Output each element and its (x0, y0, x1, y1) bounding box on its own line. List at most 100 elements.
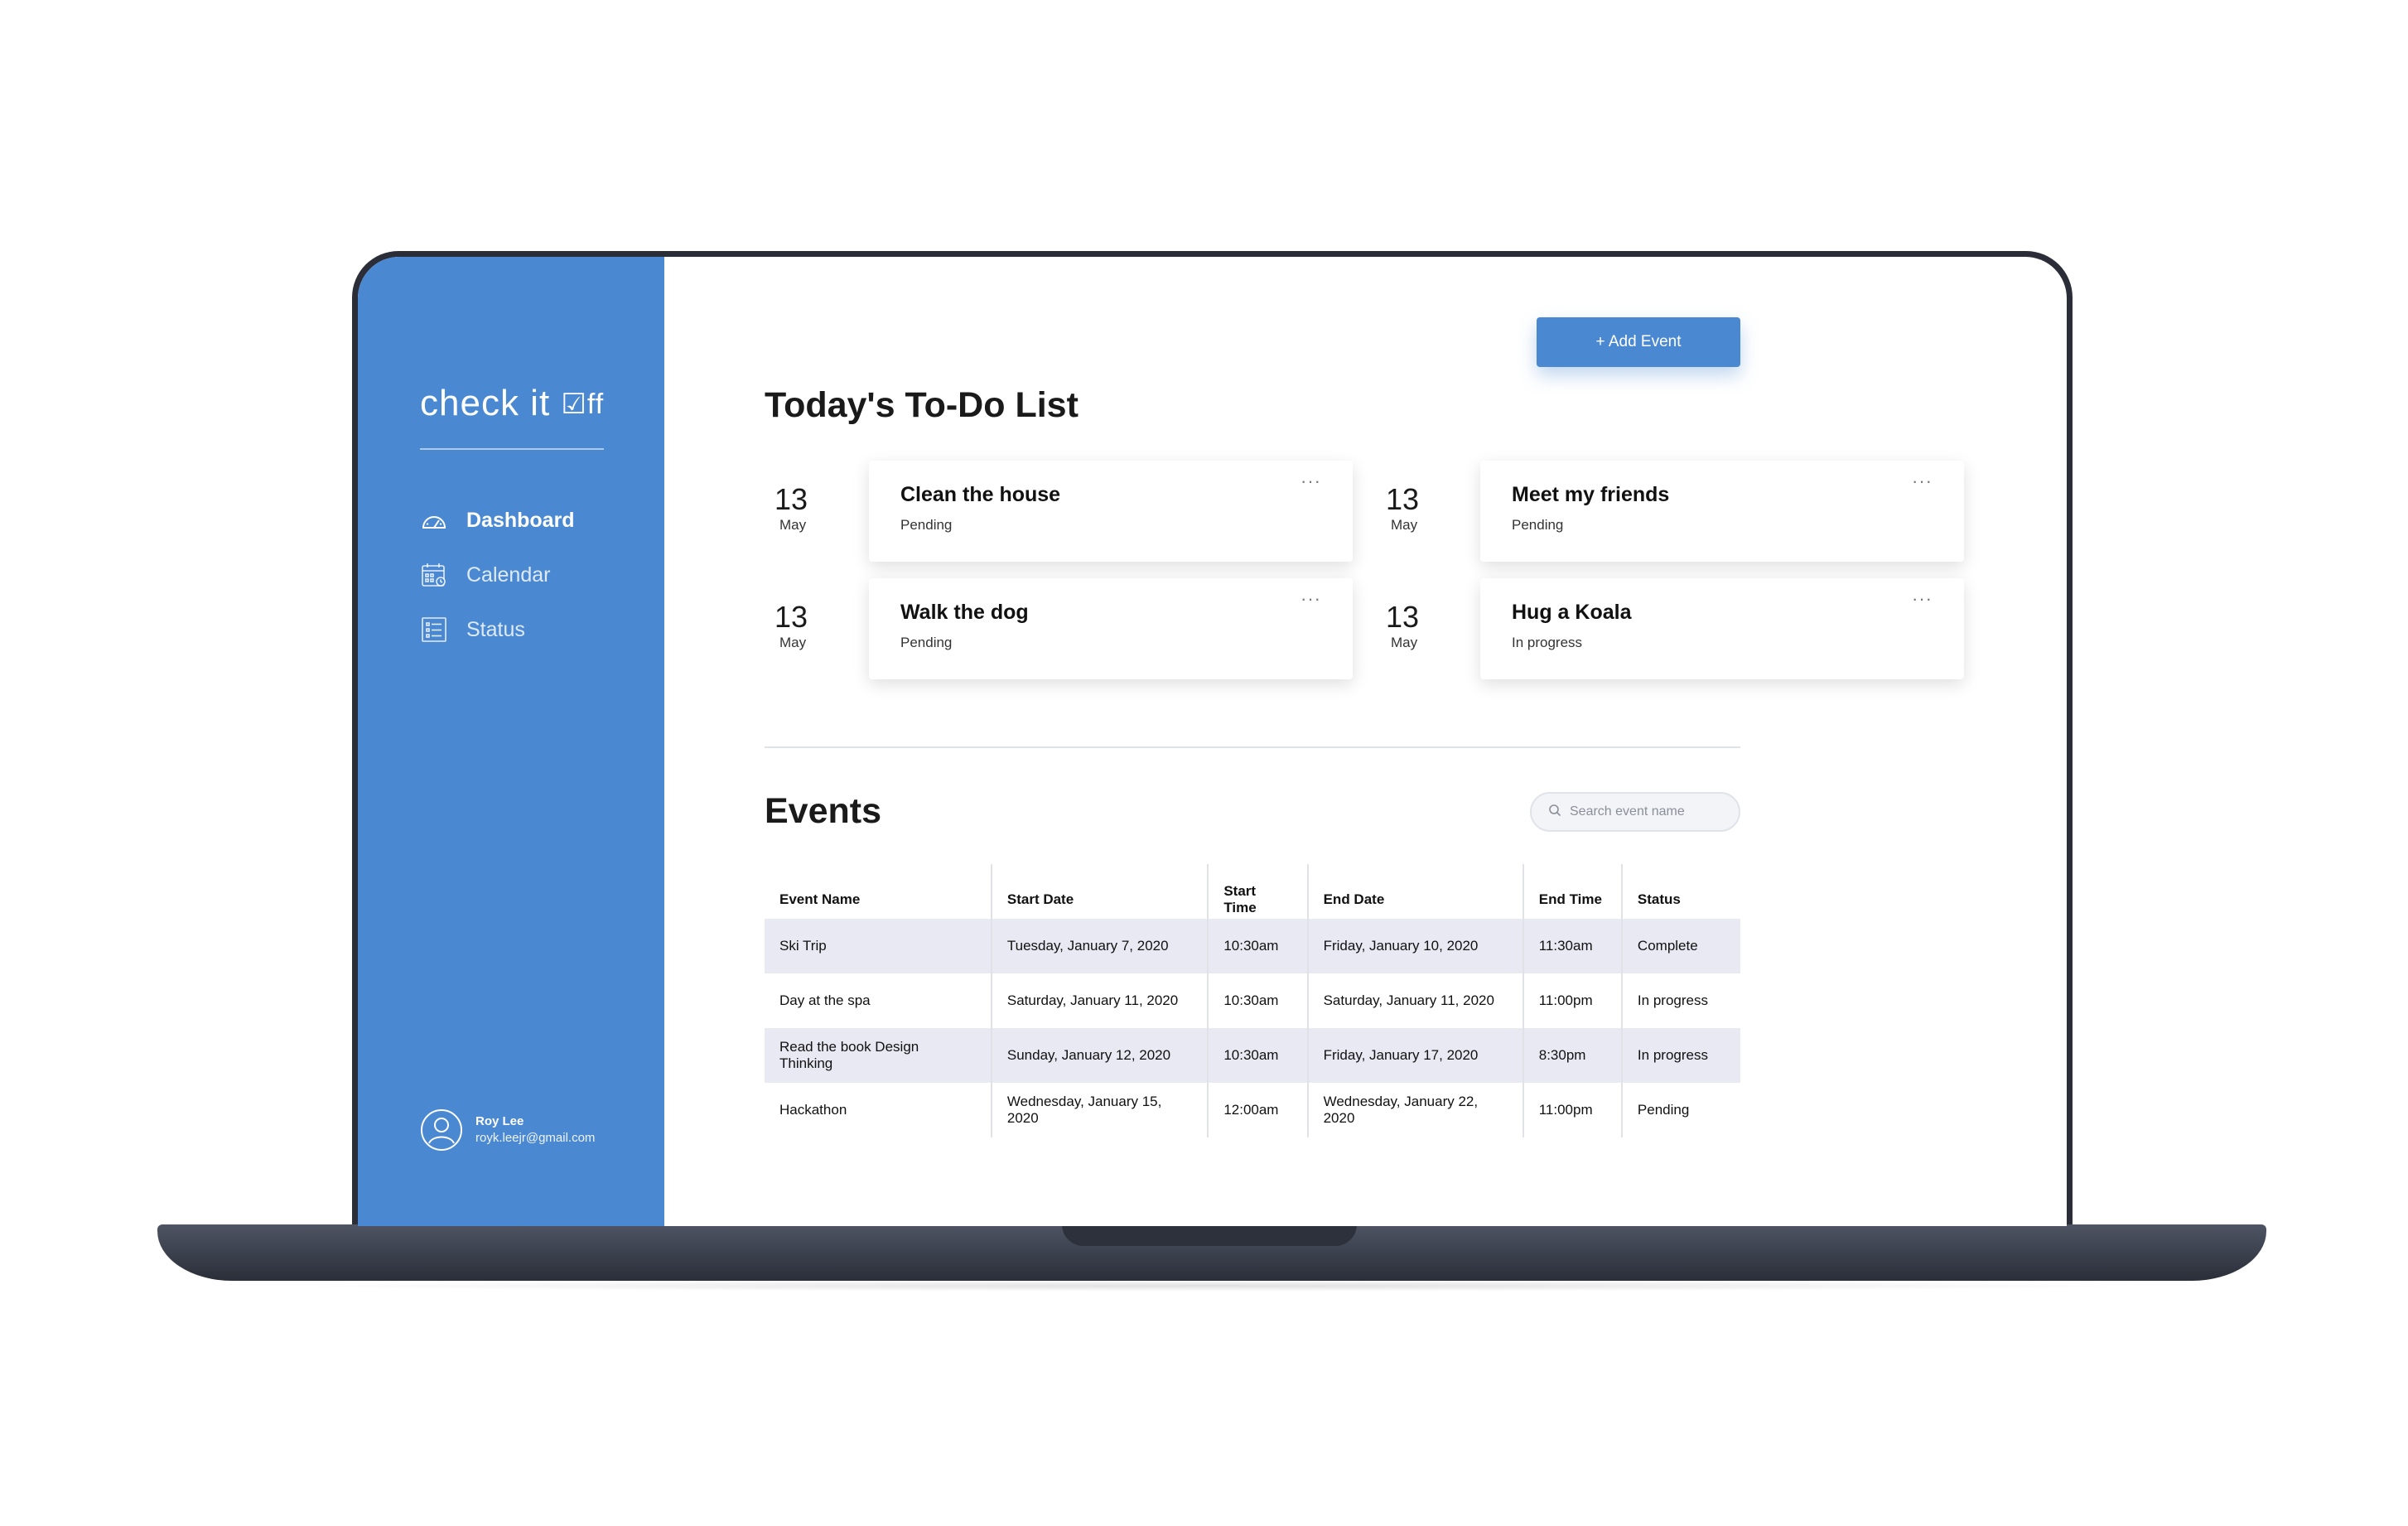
todo-card[interactable]: Hug a Koala In progress ··· (1480, 578, 1964, 679)
sidebar: check it ☑ff Dashboard Calendar Status R… (358, 257, 664, 1226)
search-input[interactable] (1570, 804, 1727, 819)
todo-day: 13 (775, 482, 808, 516)
sidebar-item-label: Dashboard (466, 508, 575, 532)
cell-status: Pending (1620, 1083, 1740, 1137)
search-icon (1548, 804, 1561, 821)
todo-title: Today's To-Do List (765, 385, 1079, 425)
sidebar-item-status[interactable]: Status (420, 602, 575, 657)
cell-status: In progress (1620, 973, 1740, 1028)
cell-end-time: 8:30pm (1522, 1028, 1622, 1083)
todo-item-status: Pending (900, 517, 953, 533)
todo-month: May (779, 635, 807, 650)
table-row[interactable]: Day at the spa Saturday, January 11, 202… (765, 973, 1740, 1028)
calendar-icon (420, 561, 448, 589)
cell-start-time: 10:30am (1207, 1028, 1308, 1083)
todo-card[interactable]: Meet my friends Pending ··· (1480, 461, 1964, 562)
user-avatar-icon (420, 1108, 463, 1152)
mockup-stage: check it ☑ff Dashboard Calendar Status R… (0, 0, 2408, 1526)
section-divider (765, 746, 1740, 748)
column-header-status[interactable]: Status (1620, 864, 1740, 919)
cell-event-name: Read the book Design Thinking (765, 1028, 992, 1083)
todo-month: May (779, 517, 807, 533)
cell-end-date: Saturday, January 11, 2020 (1306, 973, 1523, 1028)
cell-start-date: Saturday, January 11, 2020 (990, 973, 1209, 1028)
cell-event-name: Hackathon (779, 1102, 847, 1118)
brand-logo[interactable]: check it ☑ff (420, 383, 604, 424)
cell-end-date: Wednesday, January 22, 2020 (1306, 1083, 1523, 1137)
cell-start-time: 10:30am (1207, 973, 1308, 1028)
todo-day: 13 (1386, 600, 1420, 634)
cell-event-name: Ski Trip (765, 919, 992, 973)
table-row[interactable]: Hackathon Wednesday, January 15, 2020 12… (765, 1083, 1740, 1137)
more-options-icon[interactable]: ··· (1912, 471, 1933, 492)
user-name: Roy Lee (475, 1114, 524, 1128)
events-table: Event Name Start Date Start Time End Dat… (765, 864, 1740, 1137)
sidebar-nav: Dashboard Calendar Status (420, 493, 575, 657)
column-header-end-time[interactable]: End Time (1522, 864, 1622, 919)
laptop-screen: check it ☑ff Dashboard Calendar Status R… (358, 257, 2067, 1226)
table-row[interactable]: Ski Trip Tuesday, January 7, 2020 10:30a… (765, 919, 1740, 973)
cell-end-time: 11:00pm (1522, 1083, 1622, 1137)
todo-date: 13 May (765, 461, 869, 534)
column-header-start-time[interactable]: Start Time (1207, 864, 1308, 919)
sidebar-item-label: Status (466, 617, 525, 641)
todo-card[interactable]: Walk the dog Pending ··· (869, 578, 1353, 679)
status-list-icon (420, 616, 448, 644)
more-options-icon[interactable]: ··· (1301, 471, 1321, 492)
todo-month: May (1391, 517, 1418, 533)
sidebar-item-dashboard[interactable]: Dashboard (420, 493, 575, 548)
todo-month: May (1391, 635, 1418, 650)
todo-card[interactable]: Clean the house Pending ··· (869, 461, 1353, 562)
sidebar-divider (420, 448, 604, 450)
table-header-row: Event Name Start Date Start Time End Dat… (765, 864, 1740, 919)
user-info: Roy Lee royk.leejr@gmail.com (475, 1113, 595, 1147)
events-title: Events (765, 791, 882, 831)
more-options-icon[interactable]: ··· (1912, 588, 1933, 610)
todo-item: 13 May Meet my friends Pending ··· (1376, 461, 1964, 562)
add-event-button[interactable]: + Add Event (1537, 317, 1740, 367)
cell-end-date: Friday, January 10, 2020 (1306, 919, 1523, 973)
laptop-shadow (265, 1280, 2159, 1292)
main-content: + Add Event Today's To-Do List 13 May Cl… (664, 257, 2067, 1226)
todo-date: 13 May (1376, 461, 1480, 534)
brand-check-mark: ☑ff (561, 389, 605, 420)
cell-status: Complete (1620, 919, 1740, 973)
todo-list: 13 May Clean the house Pending ··· 13 Ma… (765, 461, 1964, 684)
todo-date: 13 May (1376, 578, 1480, 651)
user-profile[interactable]: Roy Lee royk.leejr@gmail.com (420, 1108, 595, 1152)
cell-end-date: Friday, January 17, 2020 (1306, 1028, 1523, 1083)
todo-item-title: Clean the house (900, 483, 1061, 506)
user-email: royk.leejr@gmail.com (475, 1131, 596, 1145)
column-header-event-name[interactable]: Event Name (765, 864, 992, 919)
cell-start-date: Tuesday, January 7, 2020 (990, 919, 1209, 973)
cell-event-name: Day at the spa (779, 992, 871, 1008)
column-header-start-date[interactable]: Start Date (990, 864, 1209, 919)
laptop-notch (1062, 1224, 1357, 1246)
sidebar-item-calendar[interactable]: Calendar (420, 548, 575, 602)
todo-item-status: Pending (1512, 517, 1564, 533)
todo-item-status: Pending (900, 635, 953, 650)
todo-item: 13 May Walk the dog Pending ··· (765, 578, 1353, 679)
sidebar-item-label: Calendar (466, 563, 551, 587)
cell-start-time: 12:00am (1207, 1083, 1308, 1137)
todo-day: 13 (1386, 482, 1420, 516)
more-options-icon[interactable]: ··· (1301, 588, 1321, 610)
cell-status: In progress (1620, 1028, 1740, 1083)
cell-start-date: Wednesday, January 15, 2020 (990, 1083, 1209, 1137)
todo-date: 13 May (765, 578, 869, 651)
dashboard-gauge-icon (420, 506, 448, 534)
todo-item: 13 May Hug a Koala In progress ··· (1376, 578, 1964, 679)
brand-name: check it (420, 383, 562, 423)
cell-start-time: 10:30am (1207, 919, 1308, 973)
table-row[interactable]: Read the book Design Thinking Sunday, Ja… (765, 1028, 1740, 1083)
column-header-end-date[interactable]: End Date (1306, 864, 1523, 919)
todo-item-title: Hug a Koala (1512, 601, 1632, 624)
todo-day: 13 (775, 600, 808, 634)
event-search (1530, 792, 1740, 832)
cell-end-time: 11:30am (1522, 919, 1622, 973)
cell-start-date: Sunday, January 12, 2020 (990, 1028, 1209, 1083)
todo-item: 13 May Clean the house Pending ··· (765, 461, 1353, 562)
todo-item-title: Walk the dog (900, 601, 1029, 624)
cell-end-time: 11:00pm (1522, 973, 1622, 1028)
todo-item-title: Meet my friends (1512, 483, 1670, 506)
